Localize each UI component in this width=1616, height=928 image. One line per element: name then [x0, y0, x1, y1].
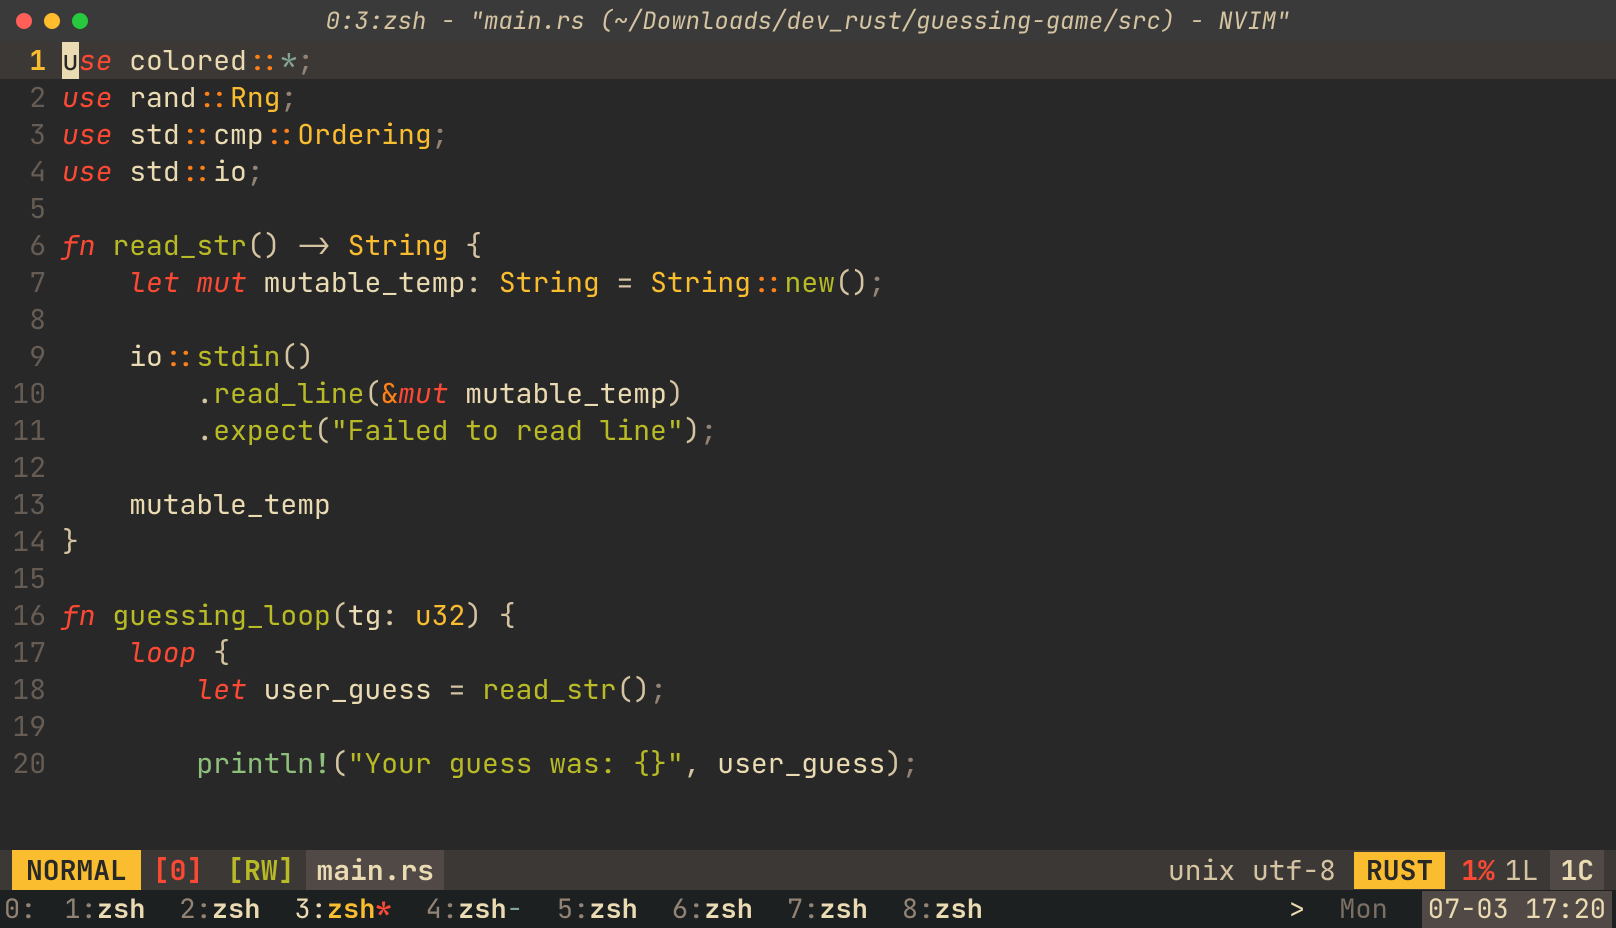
code-line[interactable]: 16fn guessing_loop(tg: u32) { [0, 597, 1616, 634]
code-content[interactable]: use colored::*; [62, 42, 314, 79]
line-number: 12 [0, 449, 62, 486]
code-line[interactable]: 8 [0, 301, 1616, 338]
filetype: RUST [1354, 852, 1445, 889]
tmux-statusline: 0: 1:zsh 2:zsh 3:zsh* 4:zsh- 5:zsh 6:zsh 7:zsh… [0, 890, 1616, 928]
code-content[interactable]: let user_guess = read_str(); [62, 671, 667, 708]
tmux-window[interactable]: 3:zsh* [294, 891, 391, 928]
code-content[interactable]: use rand::Rng; [62, 79, 297, 116]
window-title: 0:3:zsh - "main.rs (~/Downloads/dev_rust… [0, 3, 1616, 40]
minimize-icon[interactable] [44, 13, 60, 29]
tmux-window[interactable]: 8:zsh [902, 891, 983, 928]
close-icon[interactable] [16, 13, 32, 29]
tmux-date: 07-03 17:20 [1422, 891, 1612, 928]
code-line[interactable]: 5 [0, 190, 1616, 227]
code-line[interactable]: 1use colored::*; [0, 42, 1616, 79]
code-content[interactable]: fn guessing_loop(tg: u32) { [62, 597, 516, 634]
code-content[interactable]: } [62, 523, 79, 560]
line-number: 1 [0, 42, 62, 79]
terminal-window: 0:3:zsh - "main.rs (~/Downloads/dev_rust… [0, 0, 1616, 928]
code-line[interactable]: 11 .expect("Failed to read line"); [0, 412, 1616, 449]
code-content[interactable]: loop { [62, 634, 230, 671]
line-number: 4 [0, 153, 62, 190]
line-number: 2 [0, 79, 62, 116]
line-number: 9 [0, 338, 62, 375]
filename: main.rs [306, 850, 444, 891]
code-line[interactable]: 7 let mut mutable_temp: String = String:… [0, 264, 1616, 301]
vim-mode: NORMAL [12, 850, 141, 891]
line-number: 16 [0, 597, 62, 634]
line-number: 14 [0, 523, 62, 560]
buffer-index: [0] [141, 852, 215, 889]
code-content[interactable]: fn read_str() -> String { [62, 227, 482, 264]
code-content[interactable]: .expect("Failed to read line"); [62, 412, 717, 449]
code-content[interactable]: println!("Your guess was: {}", user_gues… [62, 745, 919, 782]
code-line[interactable]: 2use rand::Rng; [0, 79, 1616, 116]
code-line[interactable]: 17 loop { [0, 634, 1616, 671]
code-content[interactable]: use std::io; [62, 153, 264, 190]
line-number: 11 [0, 412, 62, 449]
code-line[interactable]: 20 println!("Your guess was: {}", user_g… [0, 745, 1616, 782]
code-content[interactable]: .read_line(&mut mutable_temp) [62, 375, 684, 412]
scroll-pct: 1% [1445, 852, 1495, 889]
line-number: 17 [0, 634, 62, 671]
code-line[interactable]: 13 mutable_temp [0, 486, 1616, 523]
line-number: 15 [0, 560, 62, 597]
line-number: 8 [0, 301, 62, 338]
code-line[interactable]: 12 [0, 449, 1616, 486]
titlebar: 0:3:zsh - "main.rs (~/Downloads/dev_rust… [0, 0, 1616, 42]
line-number: 6 [0, 227, 62, 264]
rw-flag: [RW] [215, 852, 306, 889]
code-area[interactable]: 1use colored::*;2use rand::Rng;3use std:… [0, 42, 1616, 850]
code-line[interactable]: 19 [0, 708, 1616, 745]
tmux-window[interactable]: 6:zsh [672, 891, 753, 928]
line-number: 19 [0, 708, 62, 745]
line-number: 20 [0, 745, 62, 782]
window-controls [16, 13, 88, 29]
tmux-window[interactable]: 4:zsh- [426, 891, 523, 928]
code-line[interactable]: 10 .read_line(&mut mutable_temp) [0, 375, 1616, 412]
line-number: 10 [0, 375, 62, 412]
tmux-session: 0: [4, 891, 36, 928]
tmux-window[interactable]: 2:zsh [179, 891, 260, 928]
line-number: 5 [0, 190, 62, 227]
code-line[interactable]: 6fn read_str() -> String { [0, 227, 1616, 264]
col-indicator: 1C [1550, 850, 1604, 891]
code-line[interactable]: 18 let user_guess = read_str(); [0, 671, 1616, 708]
code-content[interactable]: let mut mutable_temp: String = String::n… [62, 264, 885, 301]
line-number: 3 [0, 116, 62, 153]
statusline: NORMAL [0] [RW] main.rs unix utf-8 RUST … [0, 850, 1616, 890]
code-line[interactable]: 14} [0, 523, 1616, 560]
code-line[interactable]: 9 io::stdin() [0, 338, 1616, 375]
code-line[interactable]: 3use std::cmp::Ordering; [0, 116, 1616, 153]
tmux-day: Mon [1333, 891, 1394, 928]
tmux-separator: > [1289, 891, 1305, 928]
code-content[interactable]: io::stdin() [62, 338, 314, 375]
line-number: 7 [0, 264, 62, 301]
code-line[interactable]: 4use std::io; [0, 153, 1616, 190]
code-line[interactable]: 15 [0, 560, 1616, 597]
code-content[interactable]: mutable_temp [62, 486, 331, 523]
editor-pane[interactable]: 1use colored::*;2use rand::Rng;3use std:… [0, 42, 1616, 928]
line-number: 13 [0, 486, 62, 523]
encoding: unix utf-8 [1168, 852, 1336, 889]
tmux-window[interactable]: 1:zsh [64, 891, 145, 928]
tmux-window[interactable]: 7:zsh [787, 891, 868, 928]
tmux-window[interactable]: 5:zsh [557, 891, 638, 928]
line-number: 18 [0, 671, 62, 708]
zoom-icon[interactable] [72, 13, 88, 29]
line-indicator: 1L [1495, 852, 1539, 889]
code-content[interactable]: use std::cmp::Ordering; [62, 116, 448, 153]
